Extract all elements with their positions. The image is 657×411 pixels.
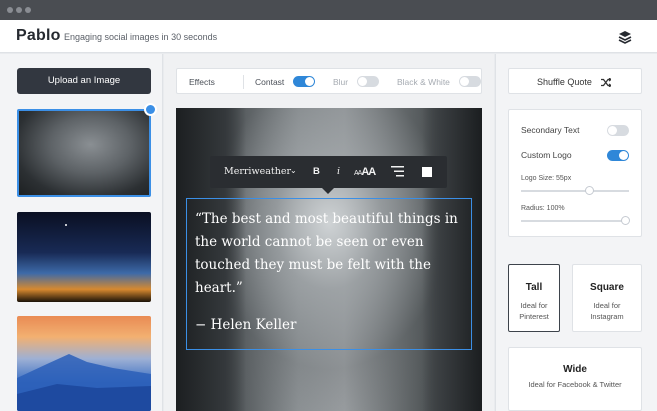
quote-author[interactable]: − Helen Keller (195, 317, 296, 333)
image-sidebar: Upload an Image (0, 54, 163, 411)
star-dot (65, 224, 67, 226)
app-header: Pablo Engaging social images in 30 secon… (0, 20, 657, 53)
black-white-toggle[interactable] (459, 76, 481, 87)
quote-textbox[interactable]: “The best and most beautiful things in t… (186, 198, 472, 350)
mountain-silhouette (17, 354, 151, 411)
size-square-option[interactable]: Square Ideal for Instagram (572, 264, 642, 332)
size-tall-option[interactable]: Tall Ideal for Pinterest (508, 264, 560, 332)
effects-toolbar: Effects Contast Blur Black & White (176, 68, 482, 94)
blur-label: Blur (333, 77, 349, 87)
app-logo[interactable]: Pablo (16, 27, 61, 45)
editor-area: Effects Contast Blur Black & White Merri… (164, 54, 494, 411)
secondary-text-label: Secondary Text (521, 125, 580, 135)
upload-image-button[interactable]: Upload an Image (17, 68, 151, 94)
shuffle-quote-label: Shuffle Quote (537, 77, 592, 87)
size-square-title: Square (590, 282, 624, 293)
chevron-down-icon[interactable]: ⌄ (290, 166, 297, 175)
size-wide-sub: Ideal for Facebook & Twitter (528, 380, 622, 389)
window-zoom-dot[interactable] (25, 7, 31, 13)
font-select[interactable]: Merriweather (224, 166, 291, 177)
logo-settings-panel: Secondary Text Custom Logo Logo Size: 55… (508, 109, 642, 237)
contrast-toggle[interactable] (293, 76, 315, 87)
align-icon[interactable] (391, 166, 404, 177)
radius-slider-knob[interactable] (621, 216, 630, 225)
selected-check-icon (144, 103, 157, 116)
size-wide-title: Wide (563, 364, 587, 375)
shuffle-quote-button[interactable]: Shuffle Quote (508, 68, 642, 94)
thumbnail-mountain-sunset[interactable] (17, 316, 151, 411)
size-tall-sub: Ideal for Pinterest (519, 301, 549, 321)
window-minimize-dot[interactable] (16, 7, 22, 13)
size-square-sub: Ideal for Instagram (590, 301, 624, 321)
bold-button[interactable]: B (313, 166, 320, 177)
custom-logo-label: Custom Logo (521, 150, 572, 160)
contrast-label: Contast (255, 77, 285, 87)
custom-logo-toggle[interactable] (607, 150, 629, 161)
effects-label[interactable]: Effects (189, 77, 215, 87)
font-size-label: AA (361, 166, 376, 178)
image-canvas[interactable]: Merriweather ⌄ B i AAAA “The best and mo… (176, 108, 482, 411)
format-bar-caret (322, 188, 334, 194)
app-tagline: Engaging social images in 30 seconds (64, 32, 218, 42)
thumbnail-misty-canyon[interactable] (17, 109, 151, 197)
size-tall-title: Tall (525, 282, 543, 293)
text-format-bar: Merriweather ⌄ B i AAAA (210, 156, 447, 188)
text-color-swatch[interactable] (422, 167, 432, 177)
secondary-text-toggle[interactable] (607, 125, 629, 136)
radius-label: Radius: 100% (521, 205, 565, 212)
layers-icon[interactable] (618, 30, 632, 44)
font-size-button[interactable]: AAAA (354, 166, 376, 178)
window-titlebar (0, 0, 657, 20)
logo-size-slider[interactable] (521, 186, 629, 195)
shuffle-icon (601, 78, 611, 87)
blur-toggle[interactable] (357, 76, 379, 87)
logo-size-slider-knob[interactable] (585, 186, 594, 195)
black-white-label: Black & White (397, 77, 450, 87)
logo-size-label: Logo Size: 55px (521, 175, 572, 182)
window-close-dot[interactable] (7, 7, 13, 13)
size-wide-option[interactable]: Wide Ideal for Facebook & Twitter (508, 347, 642, 411)
thumbnail-night-sky[interactable] (17, 212, 151, 302)
settings-sidebar: Shuffle Quote Secondary Text Custom Logo… (495, 54, 657, 411)
italic-button[interactable]: i (337, 166, 340, 177)
toolbar-divider (243, 75, 244, 89)
radius-slider[interactable] (521, 216, 630, 225)
quote-text[interactable]: “The best and most beautiful things in t… (195, 208, 467, 300)
